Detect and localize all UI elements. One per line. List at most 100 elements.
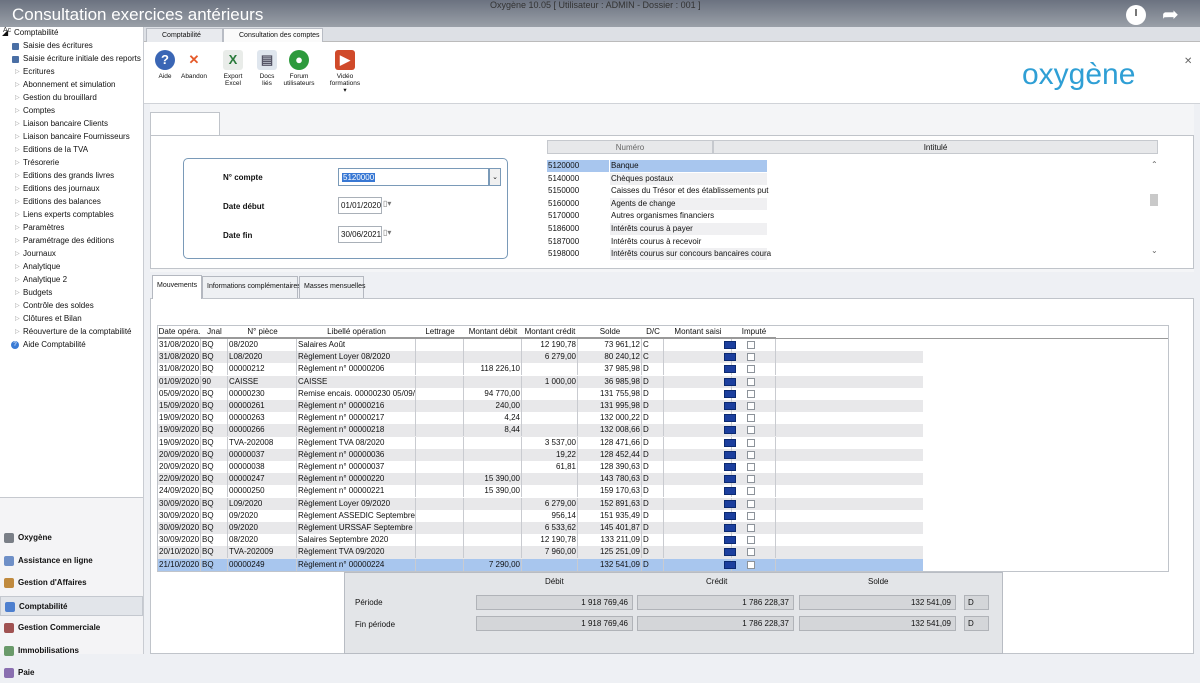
impute-checkbox[interactable] — [747, 353, 755, 362]
expand-triangle-icon[interactable]: ▷ — [15, 276, 20, 283]
expand-triangle-icon[interactable]: ▷ — [15, 263, 20, 270]
table-row[interactable]: 21/10/2020 BQ 00000249 Règlement n° 0000022… — [158, 558, 923, 571]
document-button[interactable]: ▤ Docs liés — [250, 50, 284, 87]
scroll-thumb[interactable] — [1150, 194, 1158, 206]
sidebar-item[interactable]: ▷ Analytique — [0, 261, 143, 273]
impute-checkbox[interactable] — [747, 548, 755, 557]
table-row[interactable]: 19/09/2020 BQ 00000263 Règlement n° 0000021… — [158, 412, 923, 425]
tab-mouvements[interactable]: Mouvements — [152, 275, 202, 299]
module-2[interactable]: Gestion d'Affaires — [0, 573, 143, 593]
module-5[interactable]: Immobilisations — [0, 641, 143, 661]
impute-checkbox[interactable] — [747, 414, 755, 423]
sidebar-item[interactable]: ▷ Editions des grands livres — [0, 170, 143, 182]
sidebar-item[interactable]: ▷ Journaux — [0, 248, 143, 260]
impute-checkbox[interactable] — [747, 487, 755, 496]
table-row[interactable]: 20/10/2020 BQ TVA-202009 Règlement TVA 09/2… — [158, 546, 923, 559]
module-3[interactable]: Comptabilité — [0, 595, 143, 616]
sidebar-item[interactable]: ▷ Liaison bancaire Fournisseurs — [0, 131, 143, 143]
table-header[interactable]: Imputé — [732, 326, 776, 338]
sidebar-item[interactable]: ▷ Ecritures — [0, 66, 143, 78]
table-row[interactable]: 20/09/2020 BQ 00000037 Règlement n° 0000003… — [158, 448, 923, 461]
expand-triangle-icon[interactable]: ▷ — [15, 68, 20, 75]
expand-triangle-icon[interactable]: ▷ — [15, 185, 20, 192]
table-row[interactable]: 31/08/2020 BQ 08/2020 Salaires Août 12 190,7… — [158, 339, 923, 351]
expand-triangle-icon[interactable]: ▷ — [15, 107, 20, 114]
impute-checkbox[interactable] — [747, 402, 755, 410]
expand-triangle-icon[interactable]: ▷ — [15, 198, 20, 205]
impute-checkbox[interactable] — [747, 426, 755, 435]
sidebar-item[interactable]: ▷ Editions des journaux — [0, 183, 143, 195]
impute-checkbox[interactable] — [747, 450, 755, 459]
table-header[interactable]: Solde — [578, 326, 642, 338]
table-row[interactable]: 30/09/2020 BQ 08/2020 Salaires Septembre 20… — [158, 534, 923, 547]
video-button[interactable]: ▶ Vidéo formations ▾ — [328, 50, 362, 94]
table-row[interactable]: 05/09/2020 BQ 00000230 Remise encais. 00000… — [158, 387, 923, 400]
expand-triangle-icon[interactable]: ▷ — [15, 133, 20, 140]
impute-checkbox[interactable] — [747, 377, 755, 386]
sidebar-item[interactable]: ▷ Editions de la TVA — [0, 144, 143, 156]
scroll-up-icon[interactable]: ⌃ — [1151, 160, 1158, 169]
expand-triangle-icon[interactable]: ▷ — [15, 250, 20, 257]
account-row[interactable]: 5160000 Agents de change — [547, 197, 1147, 211]
expand-triangle-icon[interactable]: ▷ — [15, 289, 20, 296]
sidebar-item[interactable]: ▷ Clôtures et Bilan — [0, 313, 143, 325]
impute-checkbox[interactable] — [747, 499, 755, 508]
sidebar-item[interactable]: ▷ Paramétrage des éditions — [0, 235, 143, 247]
impute-checkbox[interactable] — [747, 511, 755, 520]
table-header[interactable]: N° pièce — [228, 326, 297, 338]
impute-checkbox[interactable] — [747, 560, 755, 569]
account-list-scrollbar[interactable]: ⌃ ⌄ — [1148, 158, 1162, 260]
table-header[interactable]: Montant crédit — [522, 326, 578, 338]
sidebar-item[interactable]: ▷ Budgets — [0, 287, 143, 299]
sidebar-item[interactable]: Saisie écriture initiale des reports — [0, 53, 143, 65]
table-header[interactable]: Montant débit — [464, 326, 522, 338]
account-row[interactable]: 5198000 Intérêts courus sur concours banc… — [547, 248, 1147, 261]
scroll-down-icon[interactable]: ⌄ — [1151, 246, 1158, 255]
impute-checkbox[interactable] — [747, 365, 755, 374]
watch-later-icon[interactable] — [1126, 5, 1146, 25]
table-row[interactable]: 30/09/2020 BQ 09/2020 Règlement URSSAF Sept… — [158, 522, 923, 535]
table-header[interactable]: Date opéra. — [158, 326, 201, 338]
sidebar-item[interactable]: Saisie des écritures — [0, 40, 143, 52]
impute-checkbox[interactable] — [747, 536, 755, 545]
close-button[interactable]: ✕ Abandon — [177, 50, 211, 80]
collapse-icon[interactable]: ✕ — [1184, 56, 1192, 67]
sidebar-item[interactable]: ▷ Gestion du brouillard — [0, 92, 143, 104]
table-row[interactable]: 31/08/2020 BQ L08/2020 Règlement Loyer 08/2… — [158, 351, 923, 364]
sidebar-item[interactable]: ▷ Comptes — [0, 105, 143, 117]
excel-button[interactable]: X Export Excel — [216, 50, 250, 87]
chevron-down-icon[interactable]: ⌄ — [489, 168, 501, 186]
end-date-input[interactable]: 30/06/2021 — [338, 226, 382, 243]
sidebar-item[interactable]: ▷ Liens experts comptables — [0, 209, 143, 221]
table-header[interactable]: Montant saisi — [664, 326, 732, 338]
dropdown-arrow-icon[interactable]: ▾ — [328, 87, 362, 94]
table-row[interactable]: 31/08/2020 BQ 00000212 Règlement n° 0000020… — [158, 363, 923, 376]
start-date-input[interactable]: 01/01/2020 — [338, 197, 382, 214]
table-row[interactable]: 01/09/2020 90 CAISSE CAISSE 1 000,00 36 985,9… — [158, 375, 923, 388]
sidebar-item[interactable]: ▷ Contrôle des soldes — [0, 300, 143, 312]
expand-triangle-icon[interactable]: ▷ — [15, 211, 20, 218]
expand-triangle-icon[interactable]: ▷ — [15, 224, 20, 231]
table-row[interactable]: 30/09/2020 BQ L09/2020 Règlement Loyer 09/2… — [158, 497, 923, 510]
expand-triangle-icon[interactable]: ▷ — [15, 328, 20, 335]
sidebar-item[interactable]: ▷ Paramètres — [0, 222, 143, 234]
expand-triangle-icon[interactable]: ▷ — [15, 237, 20, 244]
sidebar-item[interactable]: ? Aide Comptabilité — [0, 339, 143, 351]
account-row[interactable]: 5170000 Autres organismes financiers — [547, 210, 1147, 223]
impute-checkbox[interactable] — [747, 463, 755, 471]
sidebar-item[interactable]: ▷ Analytique 2 — [0, 274, 143, 286]
account-row[interactable]: 5186000 Intérêts courus à payer — [547, 223, 1147, 236]
impute-checkbox[interactable] — [747, 438, 755, 447]
table-row[interactable]: 19/09/2020 BQ TVA-202008 Règlement TVA 08/2… — [158, 436, 923, 449]
account-row[interactable]: 5150000 Caisses du Trésor et des établiss… — [547, 185, 1147, 198]
expand-triangle-icon[interactable]: ▷ — [15, 120, 20, 127]
account-row[interactable]: 5187000 Intérêts courus à recevoir — [547, 236, 1147, 249]
column-header-numero[interactable]: Numéro — [547, 140, 713, 154]
sidebar-item[interactable]: ▷ Trésorerie — [0, 157, 143, 169]
expand-triangle-icon[interactable]: ▷ — [15, 302, 20, 309]
table-row[interactable]: 24/09/2020 BQ 00000250 Règlement n° 0000022… — [158, 485, 923, 498]
impute-checkbox[interactable] — [747, 341, 755, 349]
expand-triangle-icon[interactable]: ▷ — [15, 94, 20, 101]
table-header[interactable]: Jnal — [201, 326, 228, 338]
module-6[interactable]: Paie — [0, 663, 143, 683]
